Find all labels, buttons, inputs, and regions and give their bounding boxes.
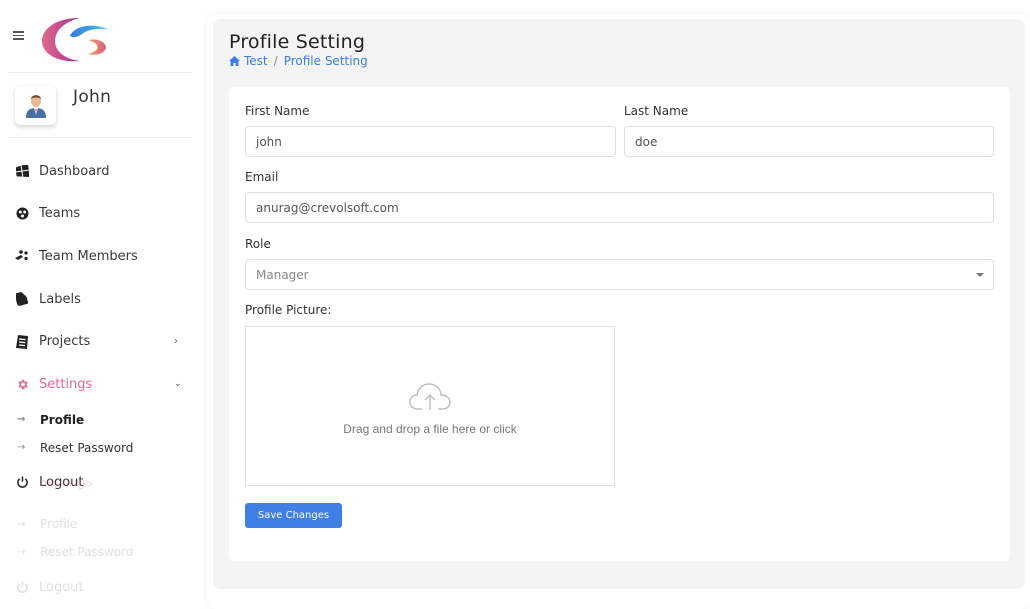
sidebar-subitem-profile[interactable]: → Profile bbox=[0, 406, 193, 434]
role-selected-value: Manager bbox=[256, 267, 309, 282]
projects-icon bbox=[15, 334, 29, 349]
sidebar-item-label: Labels bbox=[39, 291, 81, 307]
first-name-label: First Name bbox=[245, 104, 310, 118]
ghost-label: Profile bbox=[40, 517, 78, 531]
arrow-right-icon: → bbox=[17, 442, 26, 454]
page-title: Profile Setting bbox=[229, 31, 366, 53]
caret-down-icon bbox=[976, 273, 984, 277]
arrow-right-icon: → bbox=[17, 546, 26, 558]
ghost-item-profile: → Profile bbox=[0, 510, 193, 538]
breadcrumb: Test / Profile Setting bbox=[229, 54, 368, 68]
user-profile[interactable]: John bbox=[15, 86, 190, 126]
sidebar-item-label: Team Members bbox=[39, 248, 138, 264]
email-input[interactable]: anurag@crevolsoft.com bbox=[245, 192, 994, 223]
chevron-right-icon: › bbox=[174, 336, 178, 348]
ghost-menu: Settings → Profile → Reset Password Logo… bbox=[0, 480, 193, 609]
sidebar-item-settings[interactable]: Settings ⌄ bbox=[0, 363, 193, 406]
profile-picture-label: Profile Picture: bbox=[245, 303, 332, 317]
sidebar-item-teams[interactable]: Teams bbox=[0, 193, 193, 236]
gear-icon bbox=[15, 377, 29, 391]
chevron-down-icon: ⌄ bbox=[174, 379, 182, 390]
gear-icon bbox=[15, 480, 29, 489]
sidebar-nav: Dashboard Teams Team Members Labels Proj… bbox=[0, 150, 193, 504]
menu-toggle-icon[interactable] bbox=[13, 31, 24, 40]
profile-form-card: First Name john Last Name doe Email anur… bbox=[229, 87, 1010, 561]
sidebar-item-projects[interactable]: Projects › bbox=[0, 320, 193, 363]
role-label: Role bbox=[245, 237, 271, 251]
ghost-label: Settings bbox=[39, 480, 93, 490]
team-members-icon bbox=[15, 249, 29, 263]
breadcrumb-separator: / bbox=[273, 54, 278, 68]
divider bbox=[8, 137, 192, 138]
sidebar-subitem-label: Reset Password bbox=[40, 440, 134, 455]
sidebar-item-label: Dashboard bbox=[39, 163, 110, 179]
last-name-label: Last Name bbox=[624, 104, 689, 118]
tag-icon bbox=[15, 292, 29, 306]
sidebar-item-label: Settings bbox=[39, 376, 93, 392]
ghost-label: Reset Password bbox=[40, 545, 134, 559]
cloud-upload-icon bbox=[409, 383, 451, 410]
dropzone-text: Drag and drop a file here or click bbox=[343, 422, 517, 436]
arrow-right-icon: → bbox=[17, 518, 26, 530]
dashboard-icon bbox=[15, 164, 29, 178]
sidebar-item-label: Projects bbox=[39, 334, 91, 350]
ghost-item-reset-password: → Reset Password bbox=[0, 538, 193, 566]
user-avatar-icon bbox=[25, 94, 46, 118]
divider bbox=[8, 72, 192, 73]
user-name: John bbox=[73, 87, 112, 107]
first-name-input[interactable]: john bbox=[245, 126, 616, 157]
breadcrumb-link-profile-setting[interactable]: Profile Setting bbox=[284, 54, 368, 68]
role-select[interactable]: Manager bbox=[245, 259, 994, 290]
sidebar-item-dashboard[interactable]: Dashboard bbox=[0, 150, 193, 193]
ghost-item-settings: Settings bbox=[0, 480, 193, 497]
sidebar-subitem-label: Profile bbox=[40, 412, 85, 427]
save-changes-button[interactable]: Save Changes bbox=[245, 503, 342, 528]
avatar[interactable] bbox=[15, 86, 56, 125]
profile-picture-dropzone[interactable]: Drag and drop a file here or click bbox=[245, 326, 615, 486]
sidebar-header bbox=[0, 0, 193, 72]
email-label: Email bbox=[245, 170, 279, 184]
teams-icon bbox=[15, 207, 29, 221]
power-icon bbox=[15, 580, 29, 594]
sidebar-item-team-members[interactable]: Team Members bbox=[0, 235, 193, 278]
home-icon[interactable] bbox=[229, 56, 240, 66]
ghost-label: Logout bbox=[39, 579, 84, 595]
ghost-item-logout: Logout bbox=[0, 566, 193, 608]
sidebar-item-label: Teams bbox=[39, 206, 81, 222]
logo bbox=[42, 18, 110, 62]
arrow-right-icon: → bbox=[17, 414, 26, 426]
sidebar: John Dashboard Teams Team Members Labels… bbox=[0, 0, 193, 609]
sidebar-subitem-reset-password[interactable]: → Reset Password bbox=[0, 434, 193, 462]
last-name-input[interactable]: doe bbox=[624, 126, 994, 157]
sidebar-item-labels[interactable]: Labels bbox=[0, 278, 193, 321]
breadcrumb-link-test[interactable]: Test bbox=[244, 54, 268, 68]
